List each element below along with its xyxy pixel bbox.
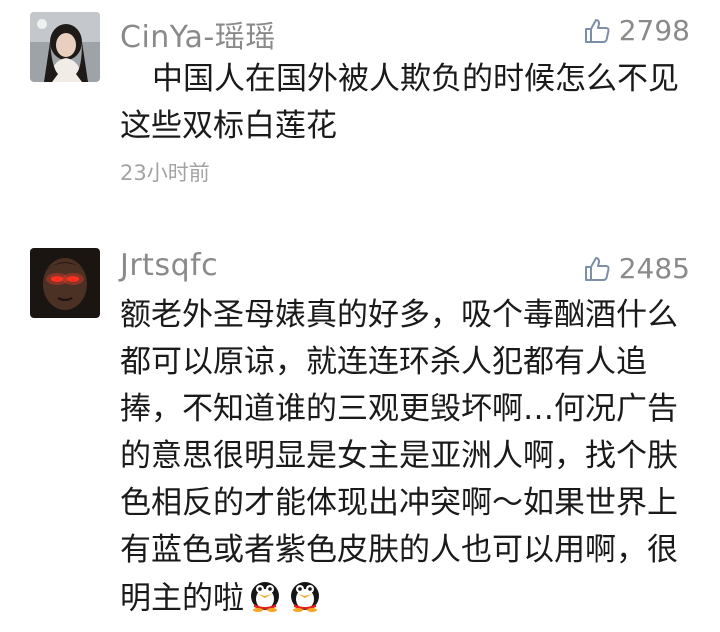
comment-text: 额老外圣母婊真的好多，吸个毒酗酒什么都可以原谅，就连连环杀人犯都有人追捧，不知道… (120, 292, 680, 626)
penguin-emoji-icon (286, 574, 324, 626)
thumbs-up-icon (584, 18, 610, 43)
username[interactable]: Jrtsqfc (120, 248, 218, 283)
thumbs-up-icon (584, 256, 610, 281)
comment-text: 中国人在国外被人欺负的时候怎么不见这些双标白莲花 (120, 61, 679, 144)
comment-item: Jrtsqfc 2485 额老外圣母婊真的好多，吸个毒酗酒什么都可以原谅，就连连… (0, 230, 720, 632)
avatar[interactable] (30, 248, 100, 318)
user-avatar-girl-icon (30, 12, 100, 82)
comment-text-body: 额老外圣母婊真的好多，吸个毒酗酒什么都可以原谅，就连连环杀人犯都有人追捧，不知道… (120, 297, 678, 617)
timestamp: 23小时前 (120, 161, 210, 185)
user-avatar-red-eyes-icon (30, 248, 100, 318)
username[interactable]: CinYa-瑶瑶 (120, 12, 276, 56)
like-button[interactable]: 2798 (583, 14, 690, 47)
like-button[interactable]: 2485 (583, 252, 690, 285)
like-count: 2485 (618, 252, 690, 285)
penguin-emoji-icon (246, 574, 284, 626)
avatar[interactable] (30, 12, 100, 82)
like-count: 2798 (618, 14, 690, 47)
comment-item: CinYa-瑶瑶 2798 中国人在国外被人欺负的时候怎么不见这些双标白莲花 2… (0, 0, 720, 200)
